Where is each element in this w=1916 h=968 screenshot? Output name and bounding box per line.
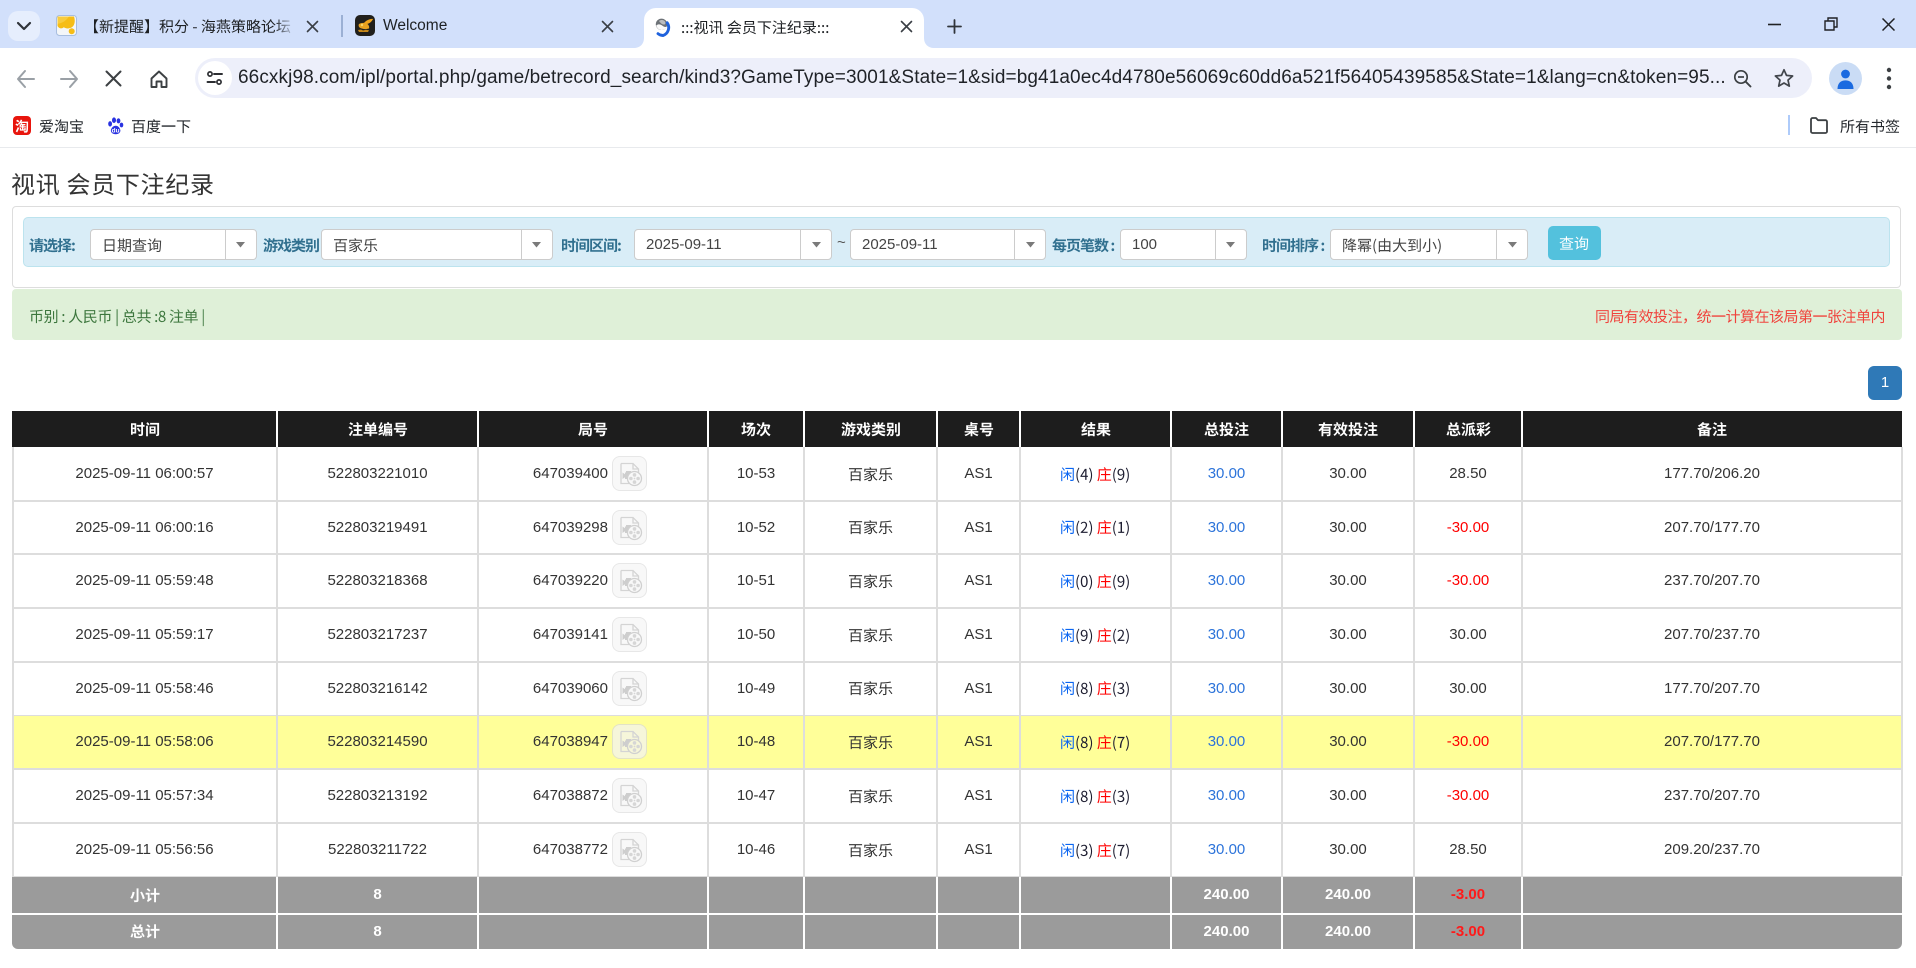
svg-text:du: du	[112, 127, 120, 134]
